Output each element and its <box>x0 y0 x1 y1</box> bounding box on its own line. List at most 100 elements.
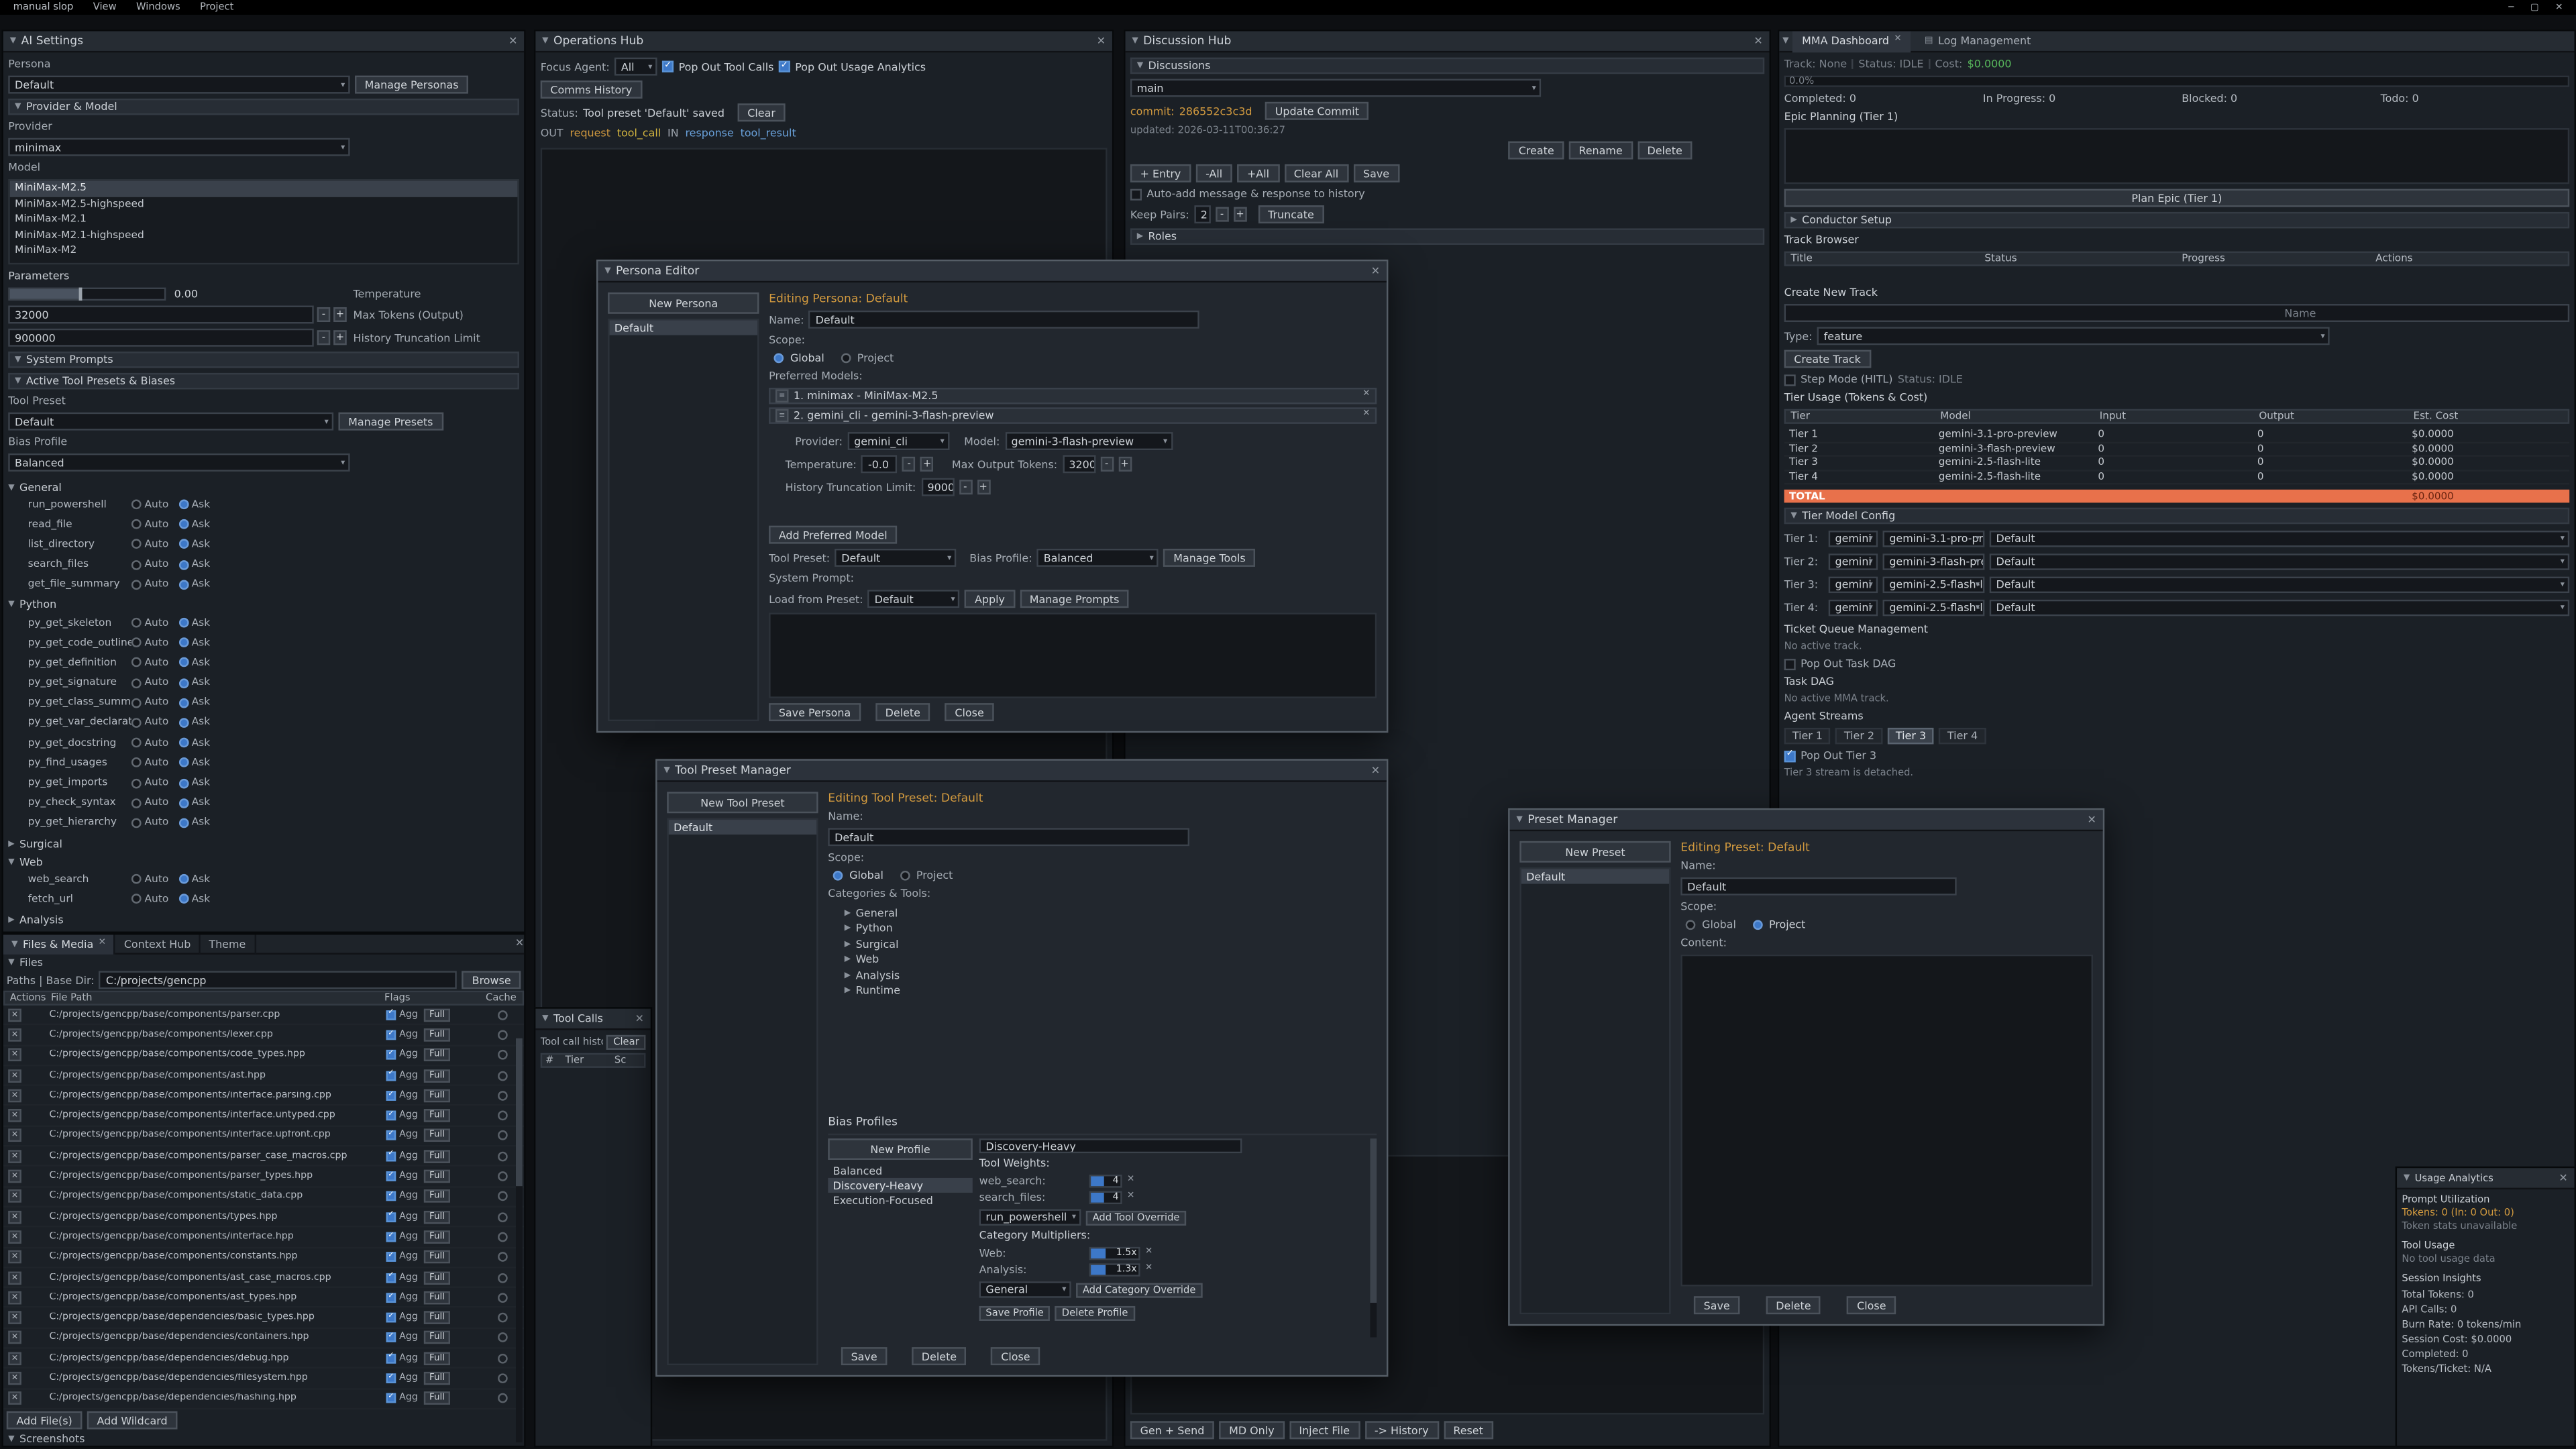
remove-file-button[interactable]: ✕ <box>8 1332 21 1345</box>
clear-tool-calls-button[interactable]: Clear <box>606 1035 645 1050</box>
tab-close-icon[interactable]: ✕ <box>1894 36 1901 45</box>
close-icon[interactable]: ✕ <box>508 36 517 46</box>
weight-input[interactable]: 4 <box>1089 1175 1122 1188</box>
popout-dag-checkbox[interactable] <box>1784 658 1796 669</box>
bias-profile-select[interactable]: Balanced <box>8 453 350 472</box>
auto-radio[interactable] <box>131 798 142 808</box>
collapse-icon[interactable]: ▼ <box>1132 36 1138 46</box>
remove-file-button[interactable]: ✕ <box>8 1089 21 1102</box>
tier-provider-select[interactable]: gemini <box>1829 577 1878 593</box>
create-discussion-button[interactable]: Create <box>1509 142 1564 160</box>
tool-group-header[interactable]: ▼General <box>8 480 519 494</box>
auto-radio[interactable] <box>131 894 142 904</box>
entry-button[interactable]: +All <box>1237 164 1279 182</box>
collapse-icon[interactable]: ▼ <box>1782 36 1788 46</box>
agg-checkbox[interactable] <box>386 1252 396 1263</box>
screenshots-section-header[interactable]: ▼ Screenshots <box>3 1431 524 1446</box>
auto-radio[interactable] <box>131 658 142 668</box>
ask-radio[interactable] <box>178 500 189 510</box>
full-button[interactable]: Full <box>425 1291 450 1304</box>
bias-scrollbar[interactable] <box>1370 1138 1377 1337</box>
tier-provider-select[interactable]: gemini <box>1829 531 1878 547</box>
composer-button[interactable]: Reset <box>1444 1421 1493 1439</box>
close-icon[interactable]: ✕ <box>2088 814 2096 825</box>
remove-override-button[interactable]: ✕ <box>1145 1265 1152 1274</box>
history-limit-input[interactable]: 900000 <box>8 329 314 347</box>
auto-radio[interactable] <box>131 718 142 728</box>
provider-model-section[interactable]: ▼ Provider & Model <box>8 99 519 115</box>
full-button[interactable]: Full <box>425 1109 450 1122</box>
manage-tools-button[interactable]: Manage Tools <box>1164 549 1256 567</box>
model-option[interactable]: MiniMax-M2.1-highspeed <box>10 227 518 243</box>
full-button[interactable]: Full <box>425 1008 450 1022</box>
tab-mma-dashboard[interactable]: MMA Dashboard ✕ <box>1792 30 1911 52</box>
full-button[interactable]: Full <box>425 1049 450 1062</box>
menu-item[interactable]: Project <box>200 1 233 13</box>
auto-radio[interactable] <box>131 818 142 828</box>
category-item[interactable]: ▶Runtime <box>828 983 1377 999</box>
agg-checkbox[interactable] <box>386 1373 396 1383</box>
discussion-select[interactable]: main <box>1130 79 1541 97</box>
discussions-section[interactable]: ▼ Discussions <box>1130 58 1764 74</box>
agg-checkbox[interactable] <box>386 1232 396 1242</box>
save-preset-button[interactable]: Save <box>1694 1296 1739 1314</box>
tool-group-header[interactable]: ▶Runtime <box>8 930 519 932</box>
category-item[interactable]: ▶Web <box>828 952 1377 967</box>
agg-checkbox[interactable] <box>386 1212 396 1222</box>
tier-model-select[interactable]: gemini-3-flash-preview <box>1883 553 1985 570</box>
update-commit-button[interactable]: Update Commit <box>1265 102 1369 120</box>
close-icon[interactable]: ✕ <box>515 938 524 949</box>
full-button[interactable]: Full <box>425 1271 450 1284</box>
temperature-slider[interactable] <box>8 288 166 301</box>
tier-provider-select[interactable]: gemini <box>1829 600 1878 616</box>
composer-button[interactable]: Gen + Send <box>1130 1421 1214 1439</box>
preset-list-item[interactable]: Default <box>1521 869 1669 884</box>
close-icon[interactable]: ✕ <box>1371 765 1380 776</box>
add-tool-override-button[interactable]: Add Tool Override <box>1086 1210 1187 1225</box>
remove-file-button[interactable]: ✕ <box>8 1250 21 1264</box>
minimize-button[interactable]: ─ <box>2508 3 2514 13</box>
ask-radio[interactable] <box>178 638 189 648</box>
auto-radio[interactable] <box>131 638 142 648</box>
scope-project-radio[interactable] <box>841 354 851 364</box>
step-mode-checkbox[interactable] <box>1784 374 1796 385</box>
drag-handle-icon[interactable]: ≡ <box>775 389 789 402</box>
tier-preset-select[interactable]: Default <box>1990 600 2569 616</box>
delete-discussion-button[interactable]: Delete <box>1638 142 1693 160</box>
close-preset-button[interactable]: Close <box>1847 1296 1896 1314</box>
save-persona-button[interactable]: Save Persona <box>769 703 861 721</box>
tier-preset-select[interactable]: Default <box>1990 531 2569 547</box>
remove-file-button[interactable]: ✕ <box>8 1190 21 1203</box>
ask-radio[interactable] <box>178 698 189 708</box>
conductor-setup-section[interactable]: ▶ Conductor Setup <box>1784 212 2570 228</box>
close-icon[interactable]: ✕ <box>1097 36 1106 46</box>
preset-content-input[interactable] <box>1680 955 2093 1287</box>
history-increment-button[interactable]: + <box>333 330 347 345</box>
ask-radio[interactable] <box>178 798 189 808</box>
auto-radio[interactable] <box>131 738 142 748</box>
save-tool-preset-button[interactable]: Save <box>841 1347 887 1365</box>
manage-prompts-button[interactable]: Manage Prompts <box>1020 590 1129 608</box>
files-section-header[interactable]: ▼ Files <box>3 955 524 969</box>
max-tokens-increment-button[interactable]: + <box>1118 457 1132 472</box>
tool-group-header[interactable]: ▼Python <box>8 598 519 612</box>
bias-profile-item[interactable]: Balanced <box>828 1163 973 1178</box>
max-tokens-decrement-button[interactable]: - <box>1100 457 1114 472</box>
pref-provider-select[interactable]: gemini_cli <box>847 432 949 450</box>
full-button[interactable]: Full <box>425 1392 450 1405</box>
model-option[interactable]: MiniMax-M2.5-highspeed <box>10 197 518 212</box>
remove-file-button[interactable]: ✕ <box>8 1109 21 1122</box>
persona-select[interactable]: Default <box>8 76 350 94</box>
ask-radio[interactable] <box>178 738 189 748</box>
preset-name-input[interactable]: Default <box>1680 877 1956 896</box>
scope-project-radio[interactable] <box>900 871 910 881</box>
agg-checkbox[interactable] <box>386 1273 396 1283</box>
dialog-titlebar[interactable]: ▼ Preset Manager ✕ <box>1510 810 2103 831</box>
full-button[interactable]: Full <box>425 1332 450 1345</box>
agg-checkbox[interactable] <box>386 1353 396 1363</box>
persona-name-input[interactable]: Default <box>809 311 1200 329</box>
keep-pairs-input[interactable]: 2 <box>1194 205 1210 223</box>
agg-checkbox[interactable] <box>386 1313 396 1323</box>
category-item[interactable]: ▶General <box>828 905 1377 920</box>
new-preset-button[interactable]: New Preset <box>1519 841 1670 863</box>
